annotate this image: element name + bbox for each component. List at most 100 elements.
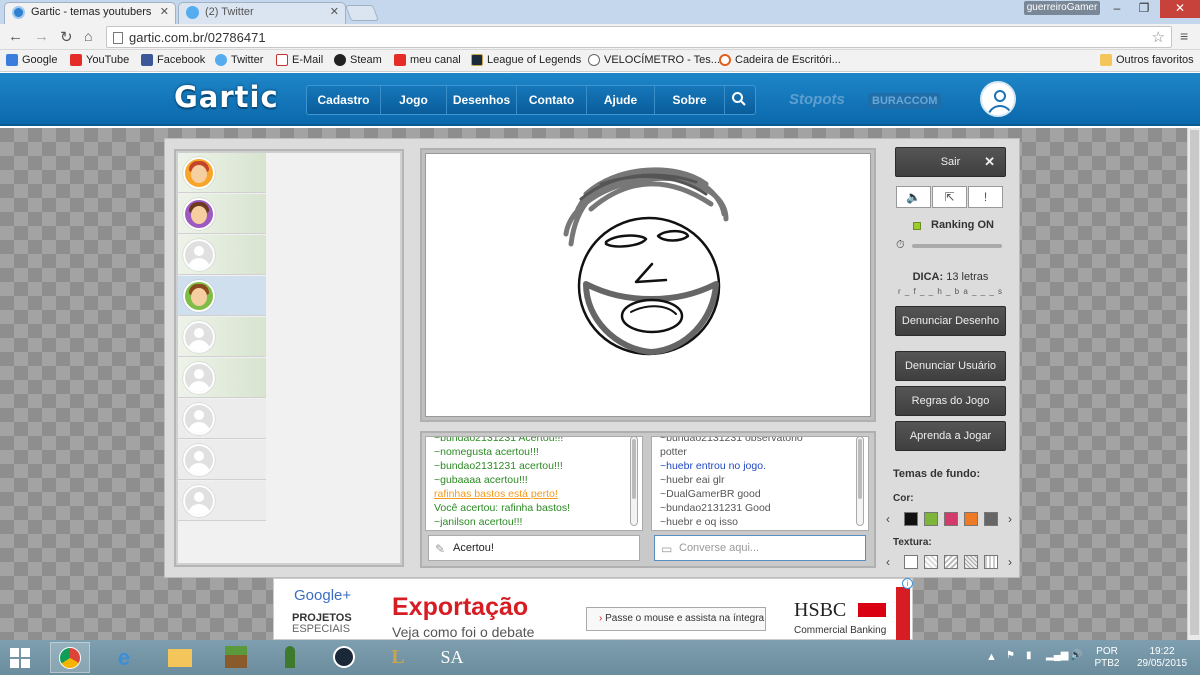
- bookmark-google[interactable]: Google: [6, 54, 57, 66]
- nav-desenhos[interactable]: Desenhos: [447, 86, 517, 114]
- texture-swatch-plain[interactable]: [904, 555, 918, 569]
- start-button[interactable]: [2, 642, 38, 673]
- minimize-button[interactable]: –: [1104, 0, 1130, 18]
- lol-taskbar-button[interactable]: L: [378, 642, 418, 673]
- new-tab-button[interactable]: [345, 5, 379, 21]
- drawing-canvas[interactable]: [425, 153, 871, 417]
- chevron-left-icon[interactable]: ‹: [886, 512, 890, 526]
- forward-arrow-icon[interactable]: →: [34, 28, 49, 45]
- texture-swatch-grid[interactable]: [984, 555, 998, 569]
- report-drawing-button[interactable]: Denunciar Desenho: [895, 306, 1006, 336]
- scrollbar-thumb[interactable]: [1190, 130, 1199, 635]
- terraria-taskbar-button[interactable]: [270, 642, 310, 673]
- address-bar[interactable]: gartic.com.br/02786471 ☆: [106, 26, 1172, 48]
- scrollbar-thumb[interactable]: [632, 439, 636, 499]
- site-header: Gartic Cadastro Jogo Desenhos Contato Aj…: [0, 73, 1200, 126]
- color-swatch-pink[interactable]: [944, 512, 958, 526]
- sa-taskbar-button[interactable]: SA: [432, 642, 472, 673]
- color-swatch-green[interactable]: [924, 512, 938, 526]
- back-arrow-icon[interactable]: ←: [8, 28, 23, 45]
- color-swatch-gray[interactable]: [984, 512, 998, 526]
- profile-badge[interactable]: guerreiroGamer: [1024, 1, 1100, 15]
- clock[interactable]: 19:22 29/05/2015: [1132, 646, 1192, 670]
- color-swatch-black[interactable]: [904, 512, 918, 526]
- gartic-logo[interactable]: Gartic: [174, 80, 279, 114]
- nav-cadastro[interactable]: Cadastro: [307, 86, 381, 114]
- stopots-link[interactable]: Stopots: [789, 91, 845, 108]
- nav-jogo[interactable]: Jogo: [381, 86, 447, 114]
- bookmark-star-icon[interactable]: ☆: [1152, 28, 1165, 46]
- buraccom-link[interactable]: BURACCOM: [868, 93, 942, 109]
- bookmark-cadeira[interactable]: Cadeira de Escritóri...: [719, 54, 841, 66]
- player-row[interactable]: [178, 153, 266, 193]
- player-row[interactable]: [178, 481, 266, 521]
- tab-twitter[interactable]: (2) Twitter ✕: [178, 2, 346, 24]
- advertisement-banner[interactable]: Google+ PROJETOS ESPECIAIS Exportação Ve…: [273, 578, 913, 641]
- scrollbar-thumb[interactable]: [858, 439, 862, 499]
- nav-ajude[interactable]: Ajude: [587, 86, 655, 114]
- close-icon[interactable]: ✕: [160, 5, 169, 18]
- texture-swatch-stripes[interactable]: [944, 555, 958, 569]
- tray-volume-icon[interactable]: 🔊: [1070, 650, 1082, 662]
- window-close-button[interactable]: ✕: [1160, 0, 1200, 18]
- explorer-taskbar-button[interactable]: [160, 642, 200, 673]
- player-row[interactable]: [178, 440, 266, 480]
- chat-input[interactable]: ▭ Converse aqui...: [654, 535, 866, 561]
- bookmark-meu-canal[interactable]: meu canal: [394, 54, 461, 66]
- maximize-button[interactable]: ❐: [1131, 0, 1157, 18]
- popout-button[interactable]: ⇱: [932, 186, 967, 208]
- tray-battery-icon[interactable]: ▮: [1026, 650, 1032, 662]
- minecraft-taskbar-button[interactable]: [216, 642, 256, 673]
- player-row[interactable]: [178, 235, 266, 275]
- page-scrollbar[interactable]: [1187, 128, 1200, 640]
- chevron-right-icon[interactable]: ›: [1008, 512, 1012, 526]
- report-button[interactable]: !: [968, 186, 1003, 208]
- chevron-left-icon[interactable]: ‹: [886, 555, 890, 569]
- learn-button[interactable]: Aprenda a Jogar: [895, 421, 1006, 451]
- ad-info-icon[interactable]: i: [902, 578, 913, 589]
- search-icon[interactable]: [731, 91, 749, 109]
- texture-swatch-lines[interactable]: [964, 555, 978, 569]
- home-icon[interactable]: ⌂: [84, 28, 92, 44]
- bookmark-velocimetro[interactable]: VELOCÍMETRO - Tes...: [588, 54, 720, 66]
- texture-swatch-dots[interactable]: [924, 555, 938, 569]
- bookmark-twitter[interactable]: Twitter: [215, 54, 263, 66]
- close-icon[interactable]: ✕: [330, 5, 339, 18]
- nav-contato[interactable]: Contato: [517, 86, 587, 114]
- answers-scrollbar[interactable]: [630, 436, 638, 526]
- chat-scrollbar[interactable]: [856, 436, 864, 526]
- tray-network-icon[interactable]: ▂▄▆: [1046, 650, 1068, 662]
- player-row-current[interactable]: [178, 276, 266, 316]
- ie-taskbar-button[interactable]: e: [104, 642, 144, 673]
- language-indicator[interactable]: POR PTB2: [1092, 646, 1122, 670]
- steam-taskbar-button[interactable]: [324, 642, 364, 673]
- reload-icon[interactable]: ↻: [60, 28, 73, 46]
- player-row[interactable]: [178, 358, 266, 398]
- bookmark-other-folder[interactable]: Outros favoritos: [1100, 54, 1194, 66]
- player-row[interactable]: [178, 399, 266, 439]
- bookmark-steam[interactable]: Steam: [334, 54, 382, 66]
- sound-button[interactable]: 🔈: [896, 186, 931, 208]
- tray-flag-icon[interactable]: ⚑: [1006, 650, 1015, 662]
- tab-gartic[interactable]: Gartic - temas youtubers ✕: [4, 2, 176, 24]
- chrome-taskbar-button[interactable]: [50, 642, 90, 673]
- bookmark-youtube[interactable]: YouTube: [70, 54, 129, 66]
- player-row[interactable]: [178, 194, 266, 234]
- ad-cta-button[interactable]: › Passe o mouse e assista na íntegra: [586, 607, 766, 631]
- menu-icon[interactable]: ≡: [1180, 28, 1188, 44]
- exit-button[interactable]: Sair ✕: [895, 147, 1006, 177]
- chat-message: ~bundao2131231 acertou!!!: [434, 460, 563, 472]
- answer-input[interactable]: ✎ Acertou!: [428, 535, 640, 561]
- bookmark-facebook[interactable]: Facebook: [141, 54, 205, 66]
- avatar-body: [188, 463, 210, 474]
- nav-sobre[interactable]: Sobre: [655, 86, 725, 114]
- tray-arrow-icon[interactable]: ▲: [986, 651, 997, 663]
- rules-button[interactable]: Regras do Jogo: [895, 386, 1006, 416]
- color-swatch-orange[interactable]: [964, 512, 978, 526]
- chevron-right-icon[interactable]: ›: [1008, 555, 1012, 569]
- user-avatar[interactable]: [980, 81, 1016, 117]
- bookmark-email[interactable]: E-Mail: [276, 54, 323, 66]
- report-user-button[interactable]: Denunciar Usuário: [895, 351, 1006, 381]
- player-row[interactable]: [178, 317, 266, 357]
- bookmark-lol[interactable]: League of Legends: [471, 54, 581, 66]
